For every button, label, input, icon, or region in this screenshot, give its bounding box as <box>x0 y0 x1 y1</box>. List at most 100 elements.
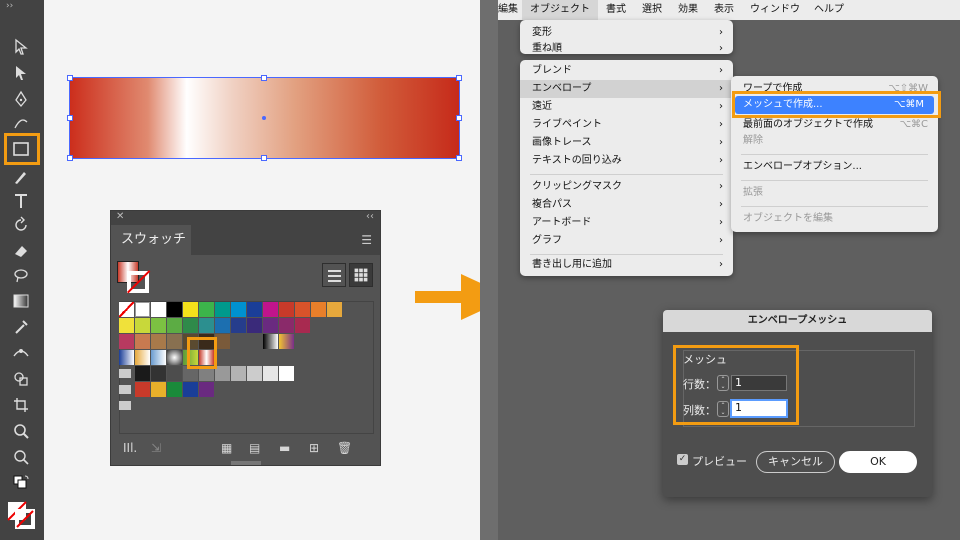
close-icon[interactable]: ✕ <box>116 211 124 222</box>
color-swatch[interactable] <box>183 318 198 333</box>
color-swatch[interactable] <box>135 382 150 397</box>
menu-select[interactable]: 選択 <box>642 0 662 20</box>
menu-item-perspective[interactable]: 遠近 › <box>520 98 733 116</box>
swatch-options-icon[interactable]: ▤ <box>249 441 260 455</box>
color-swatch[interactable] <box>151 318 166 333</box>
menu-item-blend[interactable]: ブレンド › <box>520 62 733 80</box>
folder-icon[interactable] <box>119 401 131 410</box>
swatch-library-icon[interactable]: IIl. <box>123 441 137 455</box>
gradient-swatch[interactable] <box>167 350 182 365</box>
menu-object[interactable]: オブジェクト <box>522 0 598 20</box>
paint-bucket-icon[interactable] <box>10 446 32 468</box>
color-swatch[interactable] <box>215 302 230 317</box>
color-swatch[interactable] <box>119 318 134 333</box>
ok-button[interactable]: OK <box>839 451 917 473</box>
place-swatch-icon[interactable]: ⇲ <box>151 441 161 455</box>
bounding-handle[interactable] <box>261 75 267 81</box>
fill-stroke-icon[interactable] <box>6 500 36 530</box>
menu-item-arrange[interactable]: 重ね順 › <box>520 40 733 58</box>
menu-window[interactable]: ウィンドウ <box>750 0 800 20</box>
direct-selection-icon[interactable] <box>10 62 32 84</box>
lasso-icon[interactable] <box>10 264 32 286</box>
color-swatch[interactable] <box>151 366 166 381</box>
menu-item-export[interactable]: 書き出し用に追加 › <box>520 256 733 274</box>
color-swatch[interactable] <box>215 318 230 333</box>
width-icon[interactable] <box>10 342 32 364</box>
menu-help[interactable]: ヘルプ <box>814 0 844 20</box>
registration-swatch[interactable] <box>135 302 150 317</box>
menu-item-live-paint[interactable]: ライブペイント › <box>520 116 733 134</box>
bounding-handle[interactable] <box>456 115 462 121</box>
menu-item-compound-path[interactable]: 複合パス › <box>520 196 733 214</box>
list-view-button[interactable] <box>322 263 346 287</box>
show-kind-icon[interactable]: ▦ <box>221 441 232 455</box>
color-swatch[interactable] <box>135 334 150 349</box>
shape-builder-icon[interactable] <box>10 368 32 390</box>
color-swatch[interactable] <box>279 302 294 317</box>
color-swatch[interactable] <box>183 302 198 317</box>
bounding-handle[interactable] <box>456 155 462 161</box>
color-swatch[interactable] <box>167 382 182 397</box>
zoom-icon[interactable] <box>10 420 32 442</box>
color-swatch[interactable] <box>151 382 166 397</box>
pen-icon[interactable] <box>10 88 32 110</box>
cancel-button[interactable]: キャンセル <box>756 451 835 473</box>
selection-icon[interactable] <box>10 36 32 58</box>
tab-swatches[interactable]: スウォッチ <box>111 225 191 255</box>
color-swatch[interactable] <box>327 302 342 317</box>
eyedropper-icon[interactable] <box>10 316 32 338</box>
color-swatch[interactable] <box>263 302 278 317</box>
menu-item-image-trace[interactable]: 画像トレース › <box>520 134 733 152</box>
grid-view-button[interactable] <box>349 263 373 287</box>
rotate-icon[interactable] <box>10 214 32 236</box>
collapse-panel-icon[interactable]: ‹‹ <box>366 211 374 222</box>
brush-icon[interactable] <box>10 166 32 188</box>
none-swatch[interactable] <box>119 302 134 317</box>
crop-icon[interactable] <box>10 394 32 416</box>
color-swatch[interactable] <box>167 366 182 381</box>
folder-icon[interactable] <box>119 385 131 394</box>
color-swatch[interactable] <box>199 302 214 317</box>
menu-item-envelope-options[interactable]: エンベロープオプション... <box>731 158 938 176</box>
menu-item-edit-contents[interactable]: オブジェクトを編集 <box>731 210 938 228</box>
color-swatch[interactable] <box>167 302 182 317</box>
menu-edit[interactable]: 編集 <box>498 0 518 20</box>
bounding-handle[interactable] <box>456 75 462 81</box>
color-swatch[interactable] <box>231 302 246 317</box>
color-swatch[interactable] <box>183 382 198 397</box>
menu-type[interactable]: 書式 <box>606 0 626 20</box>
menu-effect[interactable]: 効果 <box>678 0 698 20</box>
color-swatch[interactable] <box>311 302 326 317</box>
gradient-swatch[interactable] <box>263 334 278 349</box>
color-swatch[interactable] <box>215 366 230 381</box>
color-swatch[interactable] <box>247 318 262 333</box>
gradient-swatch[interactable] <box>135 350 150 365</box>
gradient-swatch[interactable] <box>119 350 134 365</box>
color-swatch[interactable] <box>247 366 262 381</box>
color-swatch[interactable] <box>295 318 310 333</box>
bounding-handle[interactable] <box>67 75 73 81</box>
color-swatch[interactable] <box>295 302 310 317</box>
menu-item-artboards[interactable]: アートボード › <box>520 214 733 232</box>
color-swatch[interactable] <box>151 334 166 349</box>
bounding-handle[interactable] <box>261 155 267 161</box>
color-swatch[interactable] <box>263 318 278 333</box>
color-swatch[interactable] <box>247 302 262 317</box>
menu-item-graph[interactable]: グラフ › <box>520 232 733 250</box>
menu-view[interactable]: 表示 <box>714 0 734 20</box>
color-swatch[interactable] <box>231 318 246 333</box>
swap-fill-stroke-icon[interactable] <box>10 472 32 494</box>
color-swatch[interactable] <box>231 366 246 381</box>
gradient-swatch[interactable] <box>151 350 166 365</box>
folder-icon[interactable] <box>119 369 131 378</box>
type-icon[interactable] <box>10 190 32 212</box>
menu-item-clipping-mask[interactable]: クリッピングマスク › <box>520 178 733 196</box>
eraser-icon[interactable] <box>10 240 32 262</box>
collapse-icon[interactable]: ›› <box>6 1 13 11</box>
color-swatch[interactable] <box>167 334 182 349</box>
bounding-handle[interactable] <box>67 115 73 121</box>
menu-item-expand[interactable]: 拡張 <box>731 184 938 202</box>
color-swatch[interactable] <box>279 318 294 333</box>
delete-swatch-icon[interactable]: 🗑 <box>337 441 352 455</box>
color-swatch[interactable] <box>199 318 214 333</box>
